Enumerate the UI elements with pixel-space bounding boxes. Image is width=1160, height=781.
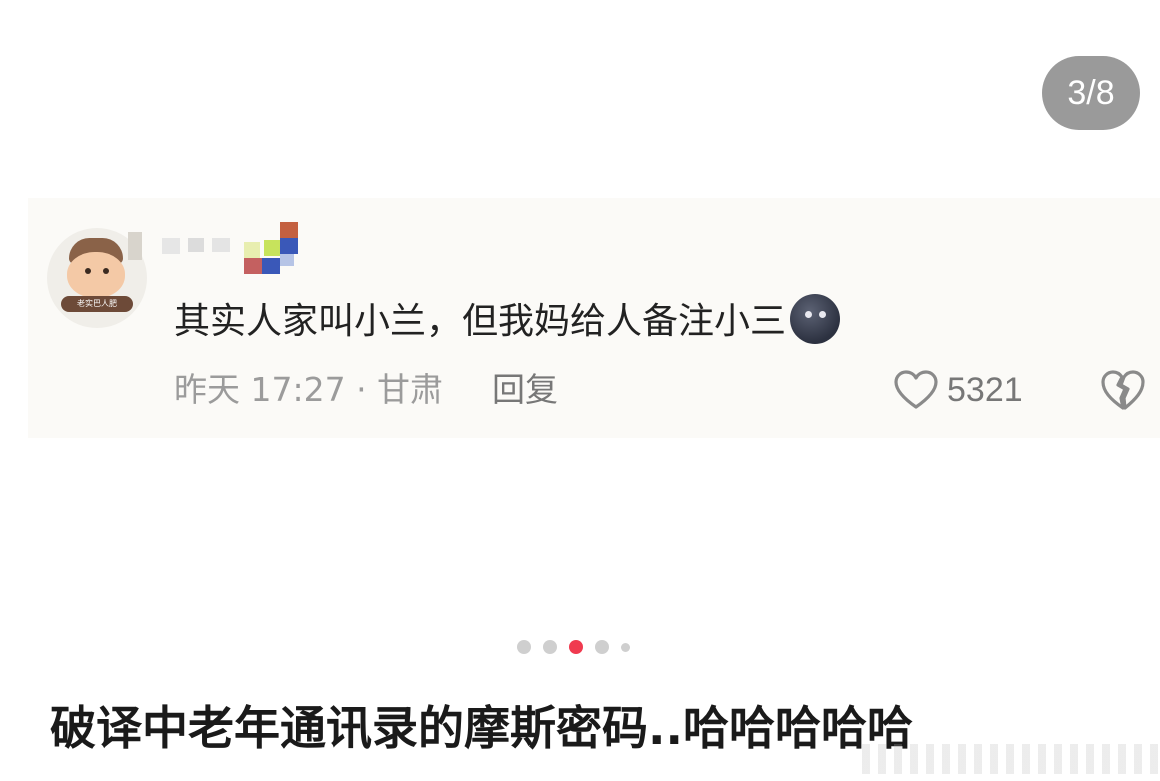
username-pixelated[interactable] bbox=[120, 222, 310, 274]
comment-text: 其实人家叫小兰，但我妈给人备注小三 bbox=[174, 294, 841, 344]
carousel-dot[interactable] bbox=[543, 640, 557, 654]
avatar-badge: 老实巴人肥 bbox=[61, 296, 133, 312]
broken-heart-icon bbox=[1101, 370, 1145, 410]
like-button[interactable]: 5321 bbox=[893, 366, 1023, 414]
like-count: 5321 bbox=[947, 370, 1023, 409]
carousel-dot-active[interactable] bbox=[569, 640, 583, 654]
post-caption: 破译中老年通讯录的摩斯密码..哈哈哈哈哈 bbox=[50, 701, 913, 755]
heart-outline-icon bbox=[894, 370, 938, 409]
page-counter: 3/8 bbox=[1042, 56, 1140, 130]
carousel-dot[interactable] bbox=[621, 642, 630, 652]
dislike-button[interactable] bbox=[1100, 368, 1146, 412]
avatar-face bbox=[67, 252, 125, 298]
carousel-dot[interactable] bbox=[595, 640, 609, 654]
avatar-eye-right bbox=[103, 268, 109, 274]
avatar-eye-left bbox=[85, 268, 91, 274]
reply-button[interactable]: 回复 bbox=[492, 366, 558, 414]
moon-face-emoji-icon bbox=[790, 294, 841, 344]
carousel-indicator[interactable] bbox=[517, 640, 630, 654]
carousel-dot[interactable] bbox=[517, 640, 531, 654]
comment-body: 其实人家叫小兰，但我妈给人备注小三 bbox=[174, 301, 787, 342]
watermark bbox=[862, 744, 1160, 774]
comment-time-location: 昨天 17:27 · 甘肃 bbox=[174, 370, 444, 409]
